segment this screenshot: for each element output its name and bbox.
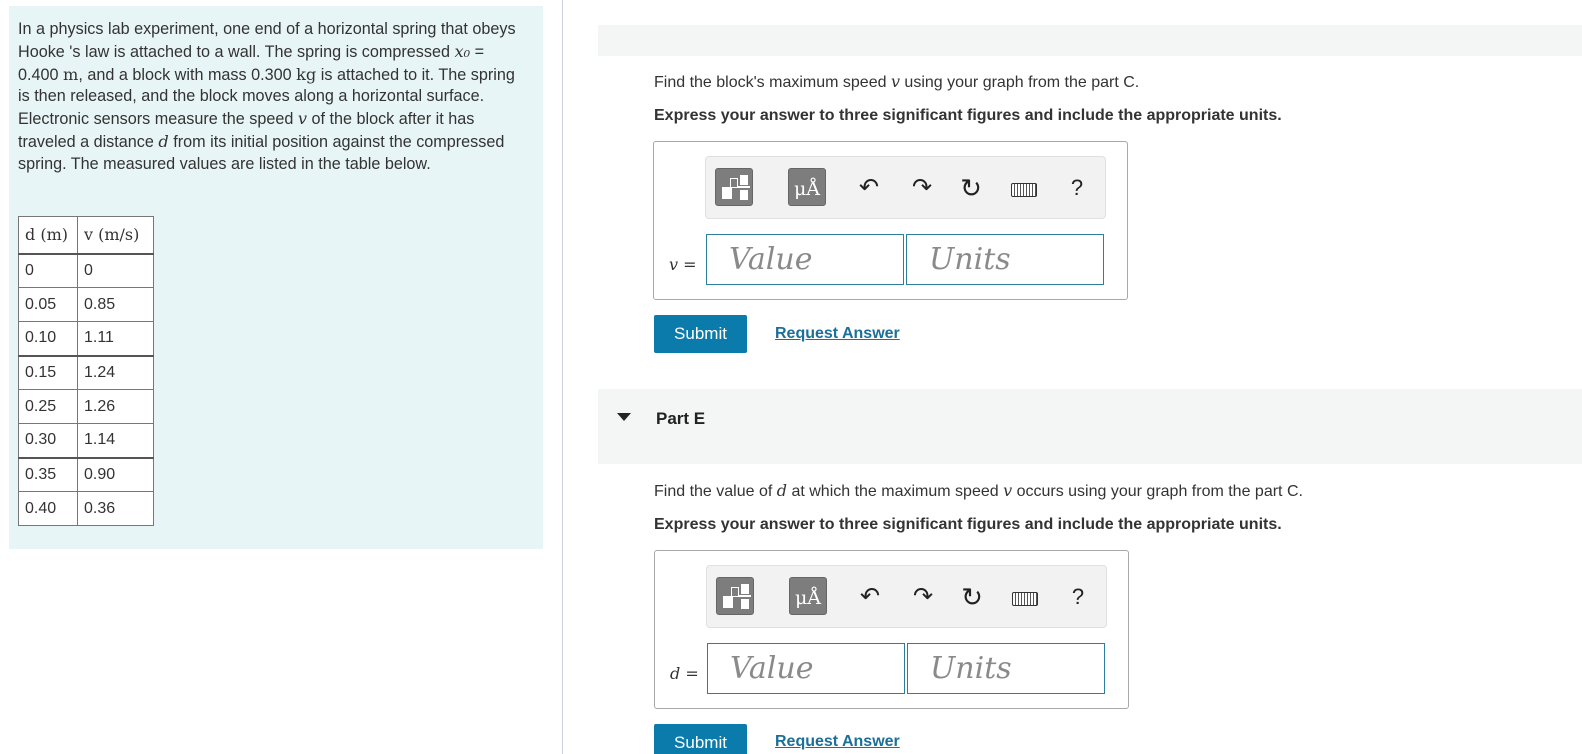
table-row: 0.15 1.24 — [18, 354, 154, 390]
part-d-request-answer-link[interactable]: Request Answer — [775, 325, 900, 343]
table-cell: 0.30 — [18, 423, 78, 458]
part-d-submit-button[interactable]: Submit — [654, 315, 747, 353]
part-e-value-input[interactable] — [707, 643, 905, 694]
table-row: 0.10 1.11 — [18, 321, 154, 356]
part-d-units-input[interactable] — [906, 234, 1104, 285]
part-e-math-toolbar: μÅ ↶ ↷ ↻ ? — [706, 565, 1107, 628]
part-e-question: Find the value of d at which the maximum… — [654, 481, 1303, 500]
panel-divider[interactable] — [562, 0, 563, 754]
table-row: 0.25 1.26 — [18, 389, 154, 424]
part-e-equation-label: d = — [670, 664, 699, 683]
part-e-request-answer-link[interactable]: Request Answer — [775, 733, 900, 751]
table-cell: 0.40 — [18, 491, 78, 526]
part-d-answer-box: μÅ ↶ ↷ ↻ ? v = — [653, 141, 1128, 300]
x0-unit: m — [63, 64, 79, 84]
part-e-title[interactable]: Part E — [656, 409, 705, 429]
keyboard-icon[interactable] — [1011, 183, 1037, 197]
table-cell: 0 — [77, 252, 154, 288]
table-cell: 0.10 — [18, 321, 78, 356]
templates-icon[interactable] — [715, 168, 753, 206]
table-cell: 0.05 — [18, 287, 78, 322]
table-cell: 0.25 — [18, 389, 78, 424]
table-row: 0.40 0.36 — [18, 491, 154, 526]
table-row: 0.35 0.90 — [18, 456, 154, 492]
table-header-d: d (m) — [18, 216, 78, 254]
part-e-units-input[interactable] — [907, 643, 1105, 694]
keyboard-icon[interactable] — [1012, 592, 1038, 606]
undo-icon[interactable]: ↶ — [855, 582, 885, 612]
table-cell: 1.11 — [77, 321, 154, 356]
help-icon[interactable]: ? — [1063, 582, 1093, 612]
table-header-v: v (m/s) — [77, 216, 154, 254]
x0-symbol: x₀ — [454, 41, 471, 61]
table-row: 0.30 1.14 — [18, 423, 154, 458]
redo-icon[interactable]: ↷ — [907, 173, 937, 203]
table-cell: 0.90 — [77, 456, 154, 492]
d-symbol: d — [158, 131, 169, 151]
table-cell: 0.36 — [77, 491, 154, 526]
part-d-math-toolbar: μÅ ↶ ↷ ↻ ? — [705, 156, 1106, 219]
caret-down-icon[interactable] — [617, 413, 631, 421]
part-e-answer-box: μÅ ↶ ↷ ↻ ? d = — [654, 550, 1129, 709]
templates-icon[interactable] — [716, 577, 754, 615]
table-cell: 1.14 — [77, 423, 154, 458]
part-e-instruction: Express your answer to three significant… — [654, 516, 1282, 533]
reset-icon[interactable]: ↻ — [957, 582, 987, 612]
table-row: 00 — [18, 252, 154, 288]
table-cell: 0.15 — [18, 354, 78, 390]
table-cell: 0.85 — [77, 287, 154, 322]
part-e-header[interactable] — [598, 389, 1582, 464]
table-cell: 0.35 — [18, 456, 78, 492]
reset-icon[interactable]: ↻ — [956, 173, 986, 203]
redo-icon[interactable]: ↷ — [908, 582, 938, 612]
undo-icon[interactable]: ↶ — [854, 173, 884, 203]
v-symbol: v — [297, 109, 307, 129]
table-cell: 1.26 — [77, 389, 154, 424]
mass-unit: kg — [296, 64, 317, 84]
units-icon[interactable]: μÅ — [788, 168, 826, 206]
units-icon[interactable]: μÅ — [789, 577, 827, 615]
data-table: d (m) v (m/s) 00 0.05 0.85 0.10 1.11 0.15 1… — [18, 216, 154, 526]
part-d-question: Find the block's maximum speed v using y… — [654, 72, 1140, 91]
part-header-band — [598, 25, 1582, 56]
part-d-instruction: Express your answer to three significant… — [654, 107, 1282, 124]
help-icon[interactable]: ? — [1062, 173, 1092, 203]
table-cell: 1.24 — [77, 354, 154, 390]
part-e-submit-button[interactable]: Submit — [654, 724, 747, 754]
part-d-value-input[interactable] — [706, 234, 904, 285]
table-row: 0.05 0.85 — [18, 287, 154, 322]
part-d-equation-label: v = — [669, 255, 697, 274]
table-cell: 0 — [18, 252, 78, 288]
problem-statement: In a physics lab experiment, one end of … — [18, 20, 516, 173]
